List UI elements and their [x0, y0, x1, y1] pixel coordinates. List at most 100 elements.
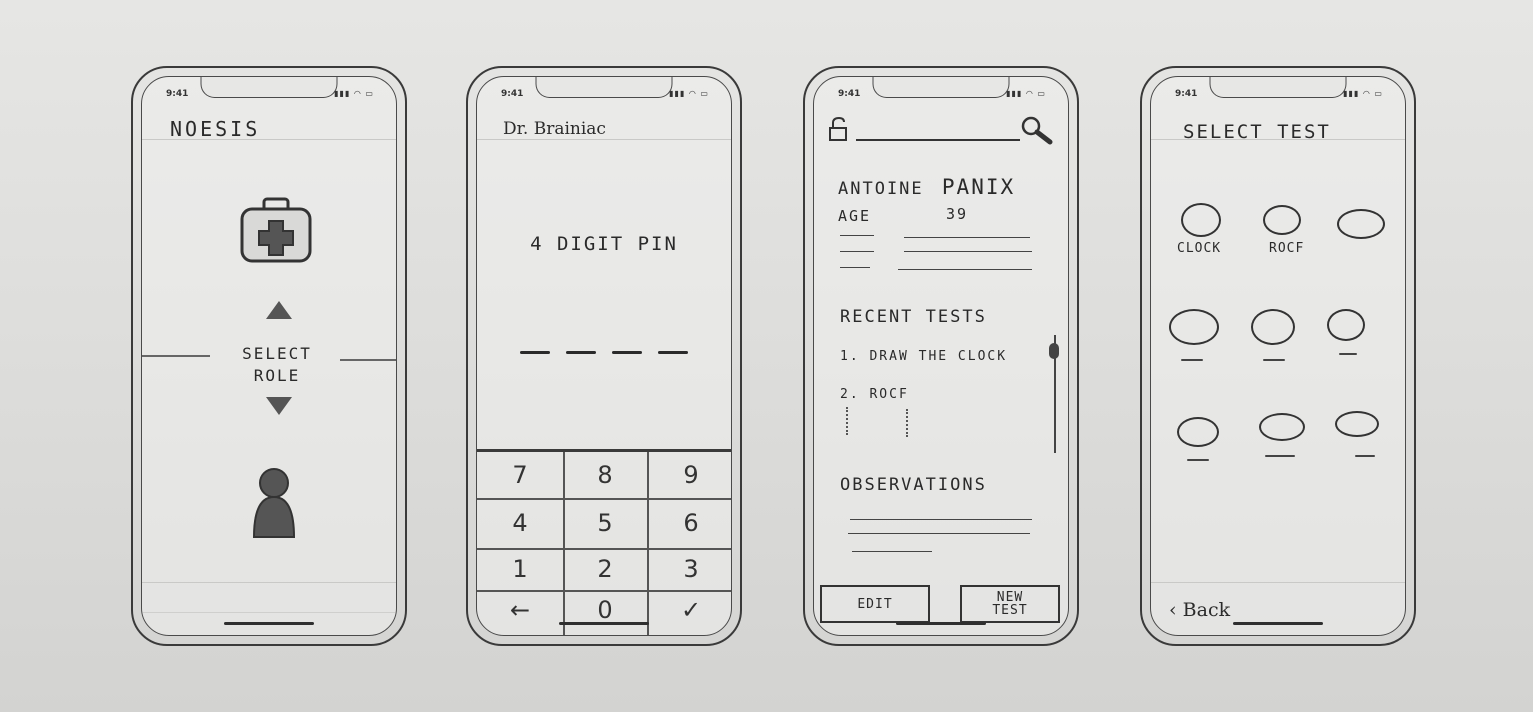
home-indicator[interactable]: [559, 622, 649, 625]
pin-prompt: 4 DIGIT PIN: [530, 233, 678, 255]
select-test-screen: 9:41 ▮▮▮ ◠ ▭ SELECT TEST CLOCK ROCF ‹ Ba…: [1150, 76, 1406, 636]
signal-wifi-battery-icon: ▮▮▮ ◠ ▭: [1006, 89, 1046, 98]
test-label-placeholder: [1339, 353, 1357, 355]
recent-tests-heading: RECENT TESTS: [840, 307, 987, 327]
phone-role-screen: 9:41 ▮▮▮ ◠ ▭ NOESIS SELECT ROLE: [131, 66, 407, 646]
home-indicator[interactable]: [896, 622, 986, 625]
age-value: 39: [946, 205, 969, 223]
search-input[interactable]: [856, 139, 1020, 141]
home-indicator[interactable]: [224, 622, 314, 625]
header-divider: [1151, 139, 1405, 140]
select-role-label-line2: ROLE: [253, 366, 301, 385]
key-7[interactable]: 7: [477, 452, 563, 498]
notch: [200, 77, 338, 98]
observations-line: [852, 551, 932, 552]
footer-divider: [1151, 582, 1405, 583]
info-placeholder-line: [840, 235, 874, 236]
edit-button[interactable]: EDIT: [820, 585, 930, 623]
role-picker-line-right: [340, 359, 396, 361]
test-option[interactable]: [1169, 309, 1219, 345]
role-picker-line-left: [142, 355, 210, 357]
notch: [1209, 77, 1347, 98]
observations-heading: OBSERVATIONS: [840, 475, 987, 495]
age-label: AGE: [838, 207, 872, 225]
patient-name: ANTOINE PANIX: [838, 175, 1015, 199]
more-items-dots: [846, 407, 848, 435]
key-2[interactable]: 2: [563, 548, 647, 590]
patient-first-name: ANTOINE: [838, 179, 924, 199]
role-up-arrow-icon[interactable]: [266, 301, 292, 319]
key-3[interactable]: 3: [647, 548, 731, 590]
edit-button-label: EDIT: [857, 596, 893, 612]
test-label-placeholder: [1265, 455, 1295, 457]
status-time: 9:41: [166, 89, 189, 99]
info-placeholder-line: [904, 237, 1030, 238]
header-divider: [142, 139, 396, 140]
observations-line: [848, 533, 1030, 534]
key-9[interactable]: 9: [647, 452, 731, 498]
test-option[interactable]: [1335, 411, 1379, 437]
search-icon[interactable]: [1020, 115, 1054, 145]
more-items-dots: [906, 409, 908, 437]
user-name: Dr. Brainiac: [503, 119, 606, 139]
signal-wifi-battery-icon: ▮▮▮ ◠ ▭: [334, 89, 374, 98]
app-title: NOESIS: [170, 117, 261, 141]
signal-wifi-battery-icon: ▮▮▮ ◠ ▭: [669, 89, 709, 98]
info-placeholder-line: [840, 251, 874, 252]
status-time: 9:41: [1175, 89, 1198, 99]
test-label-rocf: ROCF: [1269, 241, 1305, 256]
role-down-arrow-icon[interactable]: [266, 397, 292, 415]
recent-test-item[interactable]: 2. ROCF: [840, 387, 909, 402]
new-test-button-label-line2: TEST: [992, 603, 1028, 618]
chevron-left-icon: ‹: [1169, 599, 1177, 621]
pin-entry-field[interactable]: [477, 339, 731, 358]
status-time: 9:41: [501, 89, 524, 99]
role-screen: 9:41 ▮▮▮ ◠ ▭ NOESIS SELECT ROLE: [141, 76, 397, 636]
info-placeholder-line: [898, 269, 1032, 270]
phone-select-test-screen: 9:41 ▮▮▮ ◠ ▭ SELECT TEST CLOCK ROCF ‹ Ba…: [1140, 66, 1416, 646]
observations-line: [850, 519, 1032, 520]
scrollbar-thumb[interactable]: [1049, 343, 1059, 359]
key-5[interactable]: 5: [563, 498, 647, 548]
pin-digit-slot: [612, 351, 642, 354]
test-label-placeholder: [1187, 459, 1209, 461]
pin-screen: 9:41 ▮▮▮ ◠ ▭ Dr. Brainiac 4 DIGIT PIN 7 …: [476, 76, 732, 636]
key-4[interactable]: 4: [477, 498, 563, 548]
key-6[interactable]: 6: [647, 498, 731, 548]
role-picker[interactable]: SELECT ROLE: [222, 343, 332, 387]
test-option[interactable]: [1251, 309, 1295, 345]
test-label-placeholder: [1181, 359, 1203, 361]
phone-pin-screen: 9:41 ▮▮▮ ◠ ▭ Dr. Brainiac 4 DIGIT PIN 7 …: [466, 66, 742, 646]
patient-screen: 9:41 ▮▮▮ ◠ ▭ ANTOINE PANIX AGE 39 RECENT…: [813, 76, 1069, 636]
key-8[interactable]: 8: [563, 452, 647, 498]
backspace-key[interactable]: ←: [477, 590, 563, 630]
unlock-icon[interactable]: [828, 116, 850, 141]
key-1[interactable]: 1: [477, 548, 563, 590]
signal-wifi-battery-icon: ▮▮▮ ◠ ▭: [1343, 89, 1383, 98]
test-option[interactable]: [1337, 209, 1385, 239]
notch: [872, 77, 1010, 98]
pin-digit-slot: [566, 351, 596, 354]
status-time: 9:41: [838, 89, 861, 99]
test-option[interactable]: [1327, 309, 1365, 341]
info-placeholder-line: [904, 251, 1032, 252]
home-indicator[interactable]: [1233, 622, 1323, 625]
test-label-placeholder: [1355, 455, 1375, 457]
confirm-key[interactable]: ✓: [647, 590, 731, 630]
patient-last-name: PANIX: [941, 175, 1016, 199]
header-divider: [477, 139, 731, 140]
new-test-button[interactable]: NEW TEST: [960, 585, 1060, 623]
phone-patient-screen: 9:41 ▮▮▮ ◠ ▭ ANTOINE PANIX AGE 39 RECENT…: [803, 66, 1079, 646]
test-option-clock[interactable]: [1181, 203, 1221, 237]
back-button[interactable]: ‹ Back: [1169, 599, 1230, 621]
test-label-placeholder: [1263, 359, 1285, 361]
recent-test-item[interactable]: 1. DRAW THE CLOCK: [840, 349, 1007, 364]
test-option[interactable]: [1177, 417, 1219, 447]
test-option[interactable]: [1259, 413, 1305, 441]
footer-divider-2: [142, 612, 396, 613]
notch: [535, 77, 673, 98]
medical-kit-icon[interactable]: [238, 195, 314, 267]
test-option-rocf[interactable]: [1263, 205, 1301, 235]
pin-digit-slot: [520, 351, 550, 354]
person-icon[interactable]: [250, 467, 298, 541]
